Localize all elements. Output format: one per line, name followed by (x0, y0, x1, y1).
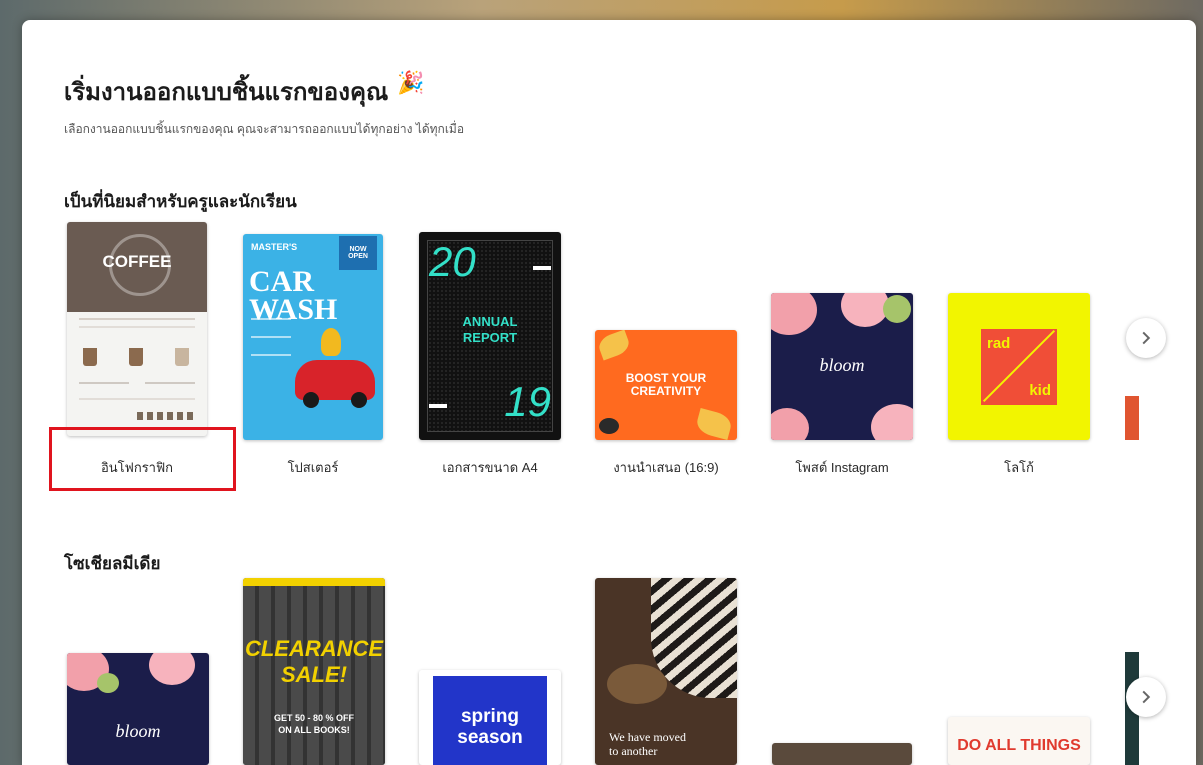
bloom-headline: bloom (819, 355, 865, 375)
template-label-instagram-post: โพสต์ Instagram (795, 460, 889, 475)
social-clearance-thumbnail[interactable]: CLEARANCE SALE! GET 50 - 80 % OFF ON ALL… (243, 578, 385, 765)
modal-title: เริ่มงานออกแบบชิ้นแรกของคุณ (64, 79, 389, 106)
social-section-title: โซเชียลมีเดีย (64, 554, 161, 573)
social-bloom-thumbnail[interactable]: bloom (67, 653, 209, 765)
create-design-modal: เริ่มงานออกแบบชิ้นแรกของคุณ 🎉 เลือกงานออ… (22, 20, 1196, 765)
presentation-headline: BOOST YOUR CREATIVITY (625, 371, 707, 398)
next-template-peek[interactable] (1125, 396, 1139, 440)
a4-document-thumbnail[interactable]: 20 ANNUAL REPORT 19 (419, 232, 561, 440)
chevron-right-icon (1142, 331, 1151, 345)
now-open-badge: NOW OPEN (339, 236, 377, 270)
moved-headline: We have moved to another (609, 730, 687, 758)
coffee-headline: COFFEE (102, 252, 172, 271)
next-arrow-social[interactable] (1126, 677, 1166, 717)
coffee-header-image: COFFEE (67, 222, 207, 312)
social-moved-thumbnail[interactable]: We have moved to another (595, 578, 737, 765)
party-popper-icon: 🎉 (397, 70, 425, 95)
report-year-top: 20 (429, 238, 476, 285)
car-wash-headline: CAR WASH (249, 265, 338, 326)
logo-thumbnail[interactable]: rad kid (948, 293, 1090, 440)
highlight-box (49, 427, 236, 491)
next-arrow-popular[interactable] (1126, 318, 1166, 358)
template-label-a4-document: เอกสารขนาด A4 (442, 460, 538, 475)
infographic-thumbnail[interactable]: COFFEE (67, 222, 207, 436)
modal-subtitle: เลือกงานออกแบบชิ้นแรกของคุณ คุณจะสามารถอ… (64, 122, 465, 136)
social-spring-thumbnail[interactable]: spring season (419, 670, 561, 765)
template-label-logo: โลโก้ (1004, 460, 1034, 475)
social-do-all-things-thumbnail[interactable]: DO ALL THINGS (948, 717, 1090, 765)
annual-report-headline: ANNUAL REPORT (462, 314, 518, 345)
presentation-thumbnail[interactable]: BOOST YOUR CREATIVITY (595, 330, 737, 440)
popular-section-title: เป็นที่นิยมสำหรับครูและนักเรียน (64, 192, 297, 211)
clearance-sale-headline: CLEARANCE SALE! (244, 636, 384, 687)
template-label-poster: โปสเตอร์ (287, 460, 339, 475)
logo-box: rad kid (981, 329, 1057, 405)
chevron-right-icon (1142, 690, 1151, 704)
report-year-bottom: 19 (504, 378, 551, 425)
instagram-post-thumbnail[interactable]: bloom (771, 293, 913, 440)
spring-season-headline: spring season (457, 706, 523, 748)
template-label-presentation: งานนำเสนอ (16:9) (613, 460, 719, 475)
social-dark-photo-thumbnail[interactable] (772, 743, 912, 765)
poster-thumbnail[interactable]: MASTER'S NOW OPEN CAR WASH (243, 234, 383, 440)
